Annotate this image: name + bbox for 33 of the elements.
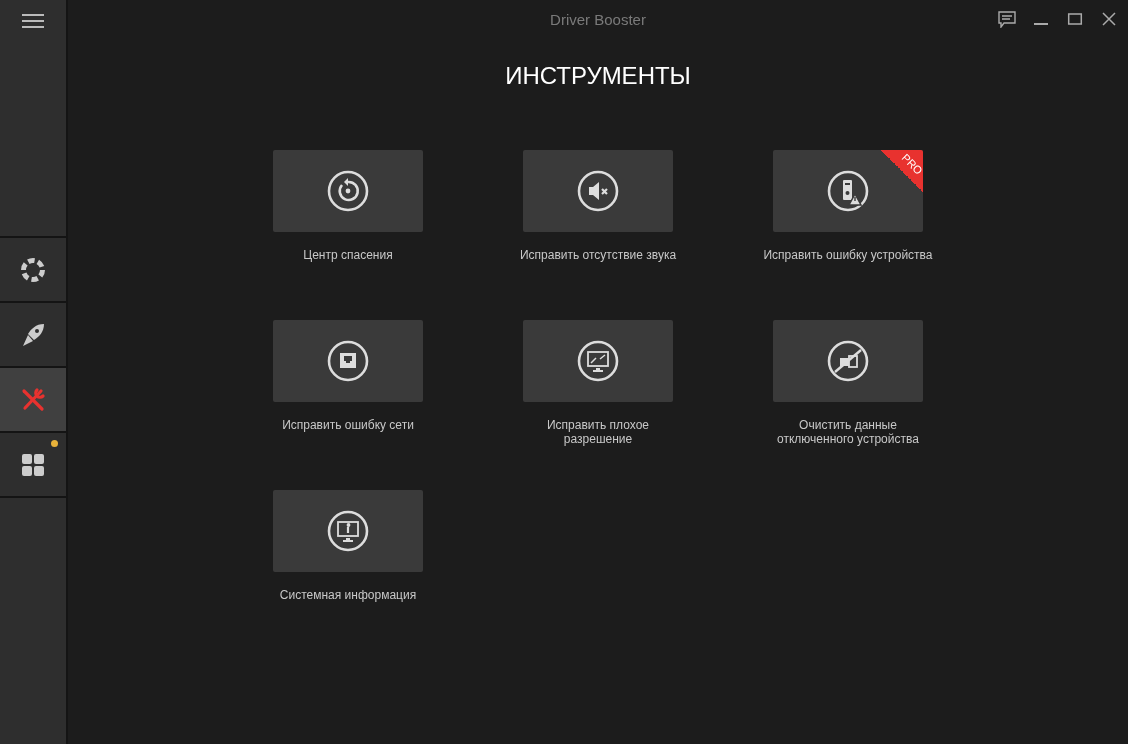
- page-heading: ИНСТРУМЕНТЫ: [505, 62, 691, 90]
- tool-label: Исправить ошибку устройства: [763, 248, 933, 262]
- monitor-resize-icon: [576, 339, 620, 383]
- unplugged-icon: [826, 339, 870, 383]
- tool-label: Центр спасения: [302, 248, 394, 262]
- tool-label: Очистить данные отключенного устройства: [776, 418, 920, 446]
- device-warning-icon: [826, 169, 870, 213]
- grid-icon: [21, 452, 45, 477]
- tool-tile[interactable]: [523, 150, 673, 232]
- chat-icon: [998, 10, 1016, 28]
- menu-button[interactable]: [21, 12, 45, 30]
- tool-tile[interactable]: [273, 150, 423, 232]
- lifebuoy-icon: [20, 256, 46, 283]
- notification-dot: [51, 440, 58, 447]
- mute-icon: [576, 169, 620, 213]
- tool-label: Исправить плохое разрешение: [546, 418, 650, 446]
- network-port-icon: [326, 339, 370, 383]
- tool-label: Исправить ошибку сети: [281, 418, 415, 432]
- tool-tile[interactable]: [273, 320, 423, 402]
- tool-tile[interactable]: [273, 490, 423, 572]
- tool-label: Исправить отсутствие звука: [518, 248, 678, 262]
- restore-icon: [326, 169, 370, 213]
- close-icon: [1101, 11, 1117, 27]
- menu-icon: [22, 13, 44, 29]
- tool-tile[interactable]: [523, 320, 673, 402]
- tool-label: Системная информация: [278, 588, 418, 602]
- rocket-icon: [20, 321, 46, 348]
- maximize-icon: [1067, 11, 1083, 27]
- window-title: Driver Booster: [550, 10, 646, 28]
- tools-icon: [20, 386, 46, 413]
- tool-tile[interactable]: [773, 320, 923, 402]
- monitor-info-icon: [326, 509, 370, 553]
- minimize-icon: [1034, 23, 1048, 25]
